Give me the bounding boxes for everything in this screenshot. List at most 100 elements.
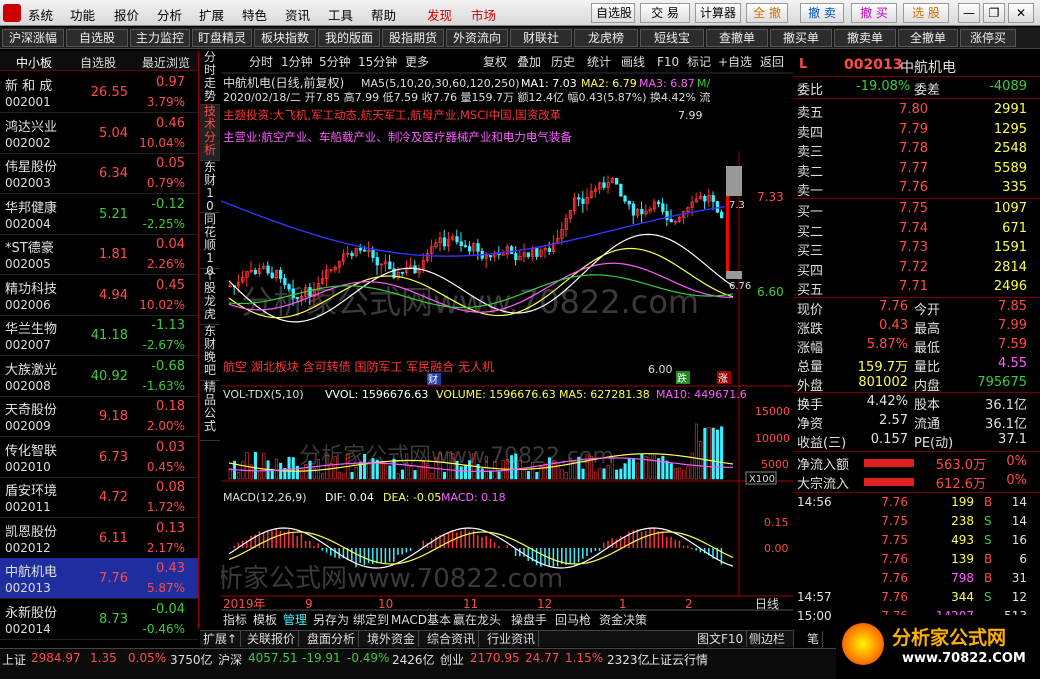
stock-row[interactable]: 天奇股份 002009 9.18 0.18 2.00% [0, 396, 198, 437]
toolbar-button-5[interactable]: 我的版面 [318, 29, 380, 47]
close-button[interactable]: ✕ [1008, 3, 1034, 23]
stock-row[interactable]: *ST德豪 002005 1.81 0.04 2.26% [0, 234, 198, 275]
stock-row[interactable]: 华邦健康 002004 5.21 -0.12 -2.25% [0, 194, 198, 235]
menu-market[interactable]: 市场 [471, 5, 496, 24]
volume-bar [291, 457, 295, 480]
toolbar-button-11[interactable]: 查撤单 [706, 29, 768, 47]
tab-recent[interactable]: 最近浏览 [142, 54, 190, 71]
period-button-4: 更多 [405, 55, 429, 69]
side-tab-f10[interactable]: 图文F10 [694, 631, 748, 647]
bottom-tab-3[interactable]: 境外资金 [364, 631, 420, 647]
side-tab-sidebar[interactable]: 侧边栏《 [746, 631, 794, 662]
bottom-tab-0[interactable]: 扩展↑ [200, 631, 242, 647]
tab-watchlist[interactable]: 自选股 [80, 54, 116, 71]
toolbar-button-3[interactable]: 盯盘精灵 [192, 29, 252, 47]
stock-percent: -2.67% [142, 338, 185, 352]
stock-row[interactable]: 大族激光 002008 40.92 -0.68 -1.63% [0, 356, 198, 397]
stock-row[interactable]: 鸿达兴业 002002 5.04 0.46 10.04% [0, 113, 198, 154]
bottom-tab-5[interactable]: 行业资讯 [484, 631, 540, 647]
tool-button-6: 标记 [687, 55, 711, 69]
stock-select-button[interactable]: 选 股 [903, 3, 949, 23]
stock-row[interactable]: 华兰生物 002007 41.18 -1.13 -2.67% [0, 315, 198, 356]
menu-tools[interactable]: 工具 [328, 5, 353, 24]
stock-name: 伟星股份 [5, 160, 58, 175]
range-bar [726, 166, 742, 196]
menu-extend[interactable]: 扩展 [199, 5, 224, 24]
vtab-3[interactable]: 同花顺10 [200, 213, 220, 278]
menu-quote[interactable]: 报价 [114, 5, 139, 24]
toolbar-button-15[interactable]: 涨停买 [960, 29, 1016, 47]
calculator-button[interactable]: 计算器 [695, 3, 741, 23]
toolbar-button-12[interactable]: 撤买单 [770, 29, 832, 47]
app-logo-icon [3, 4, 21, 22]
toolbar-button-4[interactable]: 板块指数 [254, 29, 316, 47]
toolbar-button-6[interactable]: 股指期货 [382, 29, 444, 47]
stock-code: 002006 [5, 297, 51, 312]
minimize-button[interactable]: — [958, 3, 980, 23]
x-axis-label: 1 [619, 597, 627, 611]
tab-sme-board[interactable]: 中小板 [16, 54, 52, 71]
tick-volume: 798 [951, 571, 974, 585]
toolbar-button-10[interactable]: 短线宝 [640, 29, 704, 47]
side-tab-note[interactable]: 笔 [804, 631, 824, 647]
candle-body [488, 255, 493, 257]
stock-row[interactable]: 中航机电 002013 7.76 0.43 5.87% [0, 558, 198, 599]
stock-row[interactable]: 凯恩股份 002012 6.11 0.13 2.17% [0, 518, 198, 559]
menu-system[interactable]: 系统 [28, 5, 53, 24]
watchlist-button[interactable]: 自选股 [591, 3, 635, 23]
menu-function[interactable]: 功能 [70, 5, 95, 24]
divider [794, 451, 1040, 452]
cancel-buy-button[interactable]: 撤 买 [851, 3, 897, 23]
ma2-value: MA2: 6.79 [581, 77, 637, 90]
stat-label: 涨跌 [797, 322, 824, 337]
vtab-5[interactable]: 东财晚吧 [200, 325, 220, 381]
tick-price: 7.75 [881, 514, 908, 528]
cancel-all-button[interactable]: 全 撤 [746, 3, 788, 23]
bottom-tab-4[interactable]: 综合资讯 [424, 631, 480, 647]
toolbar-button-14[interactable]: 全撤单 [898, 29, 958, 47]
restore-button[interactable]: ❐ [983, 3, 1005, 23]
tick-time: 15:00 [797, 609, 832, 623]
toolbar-button-13[interactable]: 撤卖单 [834, 29, 896, 47]
toolbar-button-2[interactable]: 主力监控 [130, 29, 190, 47]
indicator-tab-7: 操盘手 [511, 612, 547, 627]
toolbar-button-9[interactable]: 龙虎榜 [574, 29, 638, 47]
logo-flower-icon [842, 623, 884, 665]
trade-button[interactable]: 交 易 [640, 3, 690, 23]
menu-analysis[interactable]: 分析 [157, 5, 182, 24]
stock-code: 002014 [5, 621, 51, 636]
bottom-tab-2[interactable]: 盘面分析 [304, 631, 360, 647]
candle-body [614, 177, 619, 185]
stock-code: 002002 [5, 135, 51, 150]
stat-label: PE(动) [914, 436, 954, 451]
toolbar-button-8[interactable]: 财联社 [510, 29, 572, 47]
stock-change: 0.97 [156, 75, 185, 90]
vtab-6[interactable]: 精品公式 [200, 381, 220, 441]
stock-name: 精功科技 [5, 281, 58, 297]
vtab-0[interactable]: 分时走势 [200, 51, 220, 105]
vtab-2[interactable]: 东财10 [200, 161, 220, 213]
cancel-sell-button[interactable]: 撤 卖 [800, 3, 844, 23]
menu-discover[interactable]: 发现 [427, 5, 452, 24]
toolbar-button-1[interactable]: 自选股 [66, 29, 128, 47]
menu-help[interactable]: 帮助 [371, 5, 396, 24]
menu-news[interactable]: 资讯 [285, 5, 310, 24]
vtab-4[interactable]: 个股龙虎 [200, 269, 220, 325]
ask-label: 卖五 [797, 106, 824, 121]
stock-row[interactable]: 永新股份 002014 8.73 -0.04 -0.46% [0, 599, 198, 640]
menu-feature[interactable]: 特色 [242, 5, 267, 24]
bottom-tab-1[interactable]: 关联报价 [244, 631, 300, 647]
stock-percent: -2.25% [142, 216, 185, 231]
tool-button-3: 统计 [587, 55, 611, 69]
vtab-1[interactable]: 技术分析 [200, 105, 220, 161]
stock-row[interactable]: 精功科技 002006 4.94 0.45 10.02% [0, 275, 198, 316]
toolbar-button-7[interactable]: 外资流向 [446, 29, 508, 47]
stat-value: 801002 [858, 375, 908, 390]
volume-bar [602, 468, 606, 480]
stock-row[interactable]: 盾安环境 002011 4.72 0.08 1.72% [0, 477, 198, 518]
stock-row[interactable]: 传化智联 002010 6.73 0.03 0.45% [0, 437, 198, 478]
stock-row[interactable]: 新 和 成 002001 26.55 0.97 3.79% [0, 72, 198, 113]
toolbar-button-0[interactable]: 沪深涨幅 [2, 29, 64, 47]
stock-row[interactable]: 伟星股份 002003 6.34 0.05 0.79% [0, 153, 198, 194]
candle-body [602, 182, 606, 188]
